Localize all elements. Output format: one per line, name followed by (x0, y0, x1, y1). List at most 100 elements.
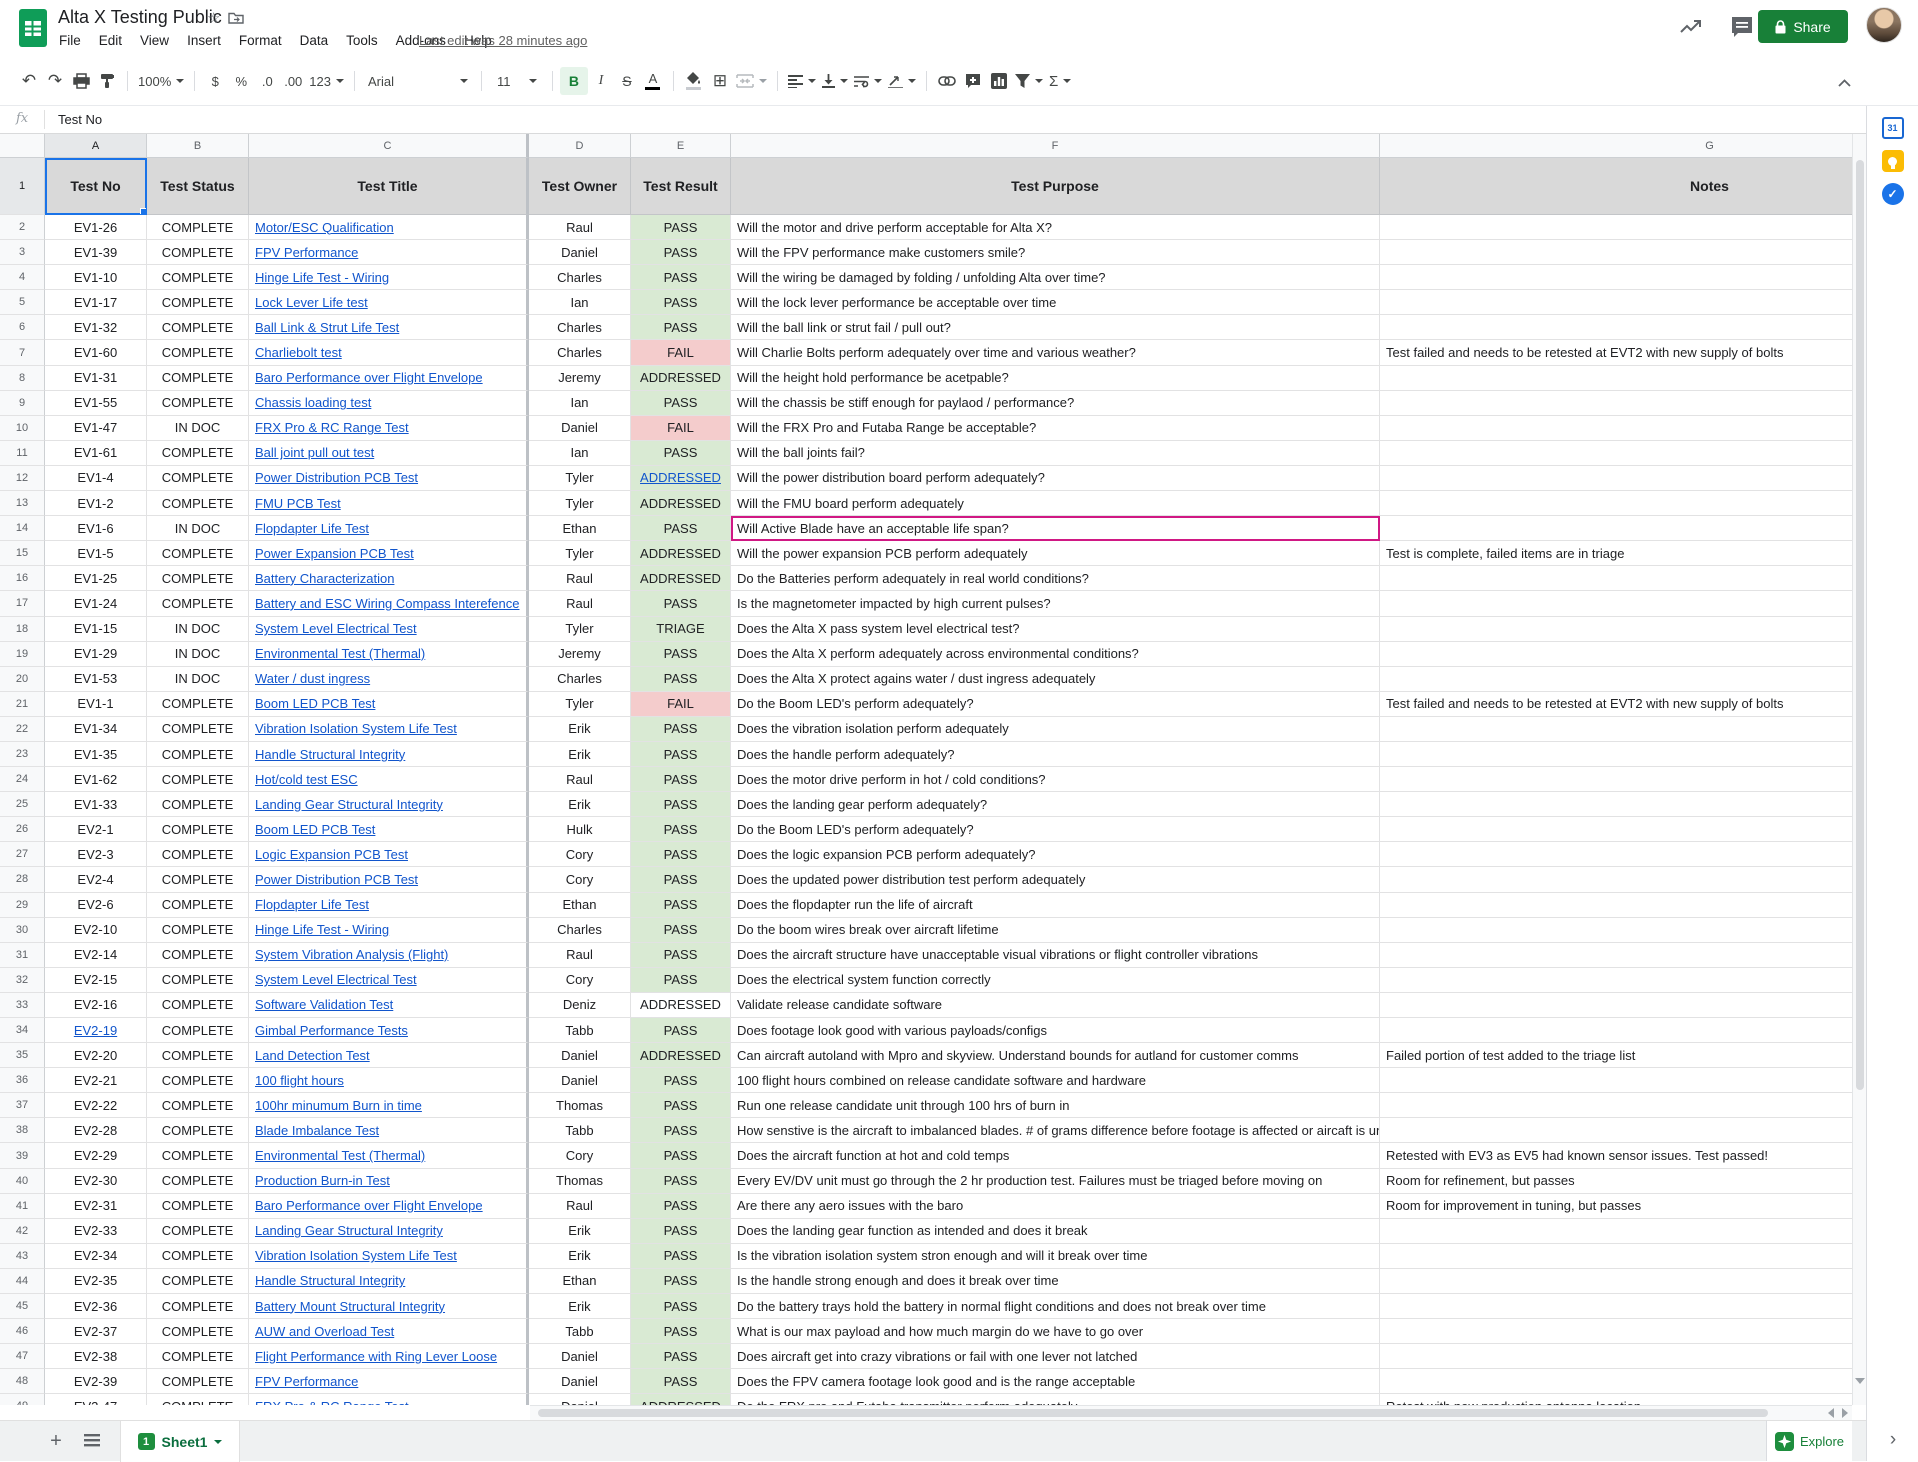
cell-test-title[interactable]: Hinge Life Test - Wiring (249, 265, 529, 290)
cell-test-purpose[interactable]: Will Active Blade have an acceptable lif… (731, 516, 1380, 541)
cell-test-owner[interactable]: Daniel (529, 1344, 631, 1369)
cell-notes[interactable] (1380, 867, 1852, 892)
cell-test-title[interactable]: Lock Lever Life test (249, 290, 529, 315)
header-cell-test-status[interactable]: Test Status (147, 158, 249, 215)
test-title-link[interactable]: Gimbal Performance Tests (255, 1023, 408, 1038)
panel-expand-icon[interactable]: › (1867, 1429, 1918, 1451)
cell-test-status[interactable]: COMPLETE (147, 315, 249, 340)
cell-test-purpose[interactable]: Will the ball link or strut fail / pull … (731, 315, 1380, 340)
test-title-link[interactable]: Logic Expansion PCB Test (255, 847, 408, 862)
cell-notes[interactable] (1380, 968, 1852, 993)
cell-test-status[interactable]: COMPLETE (147, 340, 249, 365)
test-title-link[interactable]: Handle Structural Integrity (255, 747, 405, 762)
row-number[interactable]: 13 (0, 491, 45, 516)
cell-test-result[interactable]: PASS (631, 717, 731, 742)
cell-test-title[interactable]: Ball joint pull out test (249, 441, 529, 466)
test-title-link[interactable]: Flopdapter Life Test (255, 521, 369, 536)
cell-notes[interactable]: Test is complete, failed items are in tr… (1380, 541, 1852, 566)
cell-notes[interactable]: Room for refinement, but passes (1380, 1169, 1852, 1194)
cell-notes[interactable]: Retested with EV3 as EV5 had known senso… (1380, 1143, 1852, 1168)
vertical-align-button[interactable] (819, 67, 851, 95)
test-title-link[interactable]: Environmental Test (Thermal) (255, 1148, 425, 1163)
cell-test-title[interactable]: Environmental Test (Thermal) (249, 642, 529, 667)
cell-test-owner[interactable]: Tyler (529, 692, 631, 717)
cell-test-no[interactable]: EV1-26 (45, 215, 147, 240)
cell-test-owner[interactable]: Jeremy (529, 366, 631, 391)
test-title-link[interactable]: 100 flight hours (255, 1073, 344, 1088)
cell-test-status[interactable]: COMPLETE (147, 1143, 249, 1168)
cell-test-owner[interactable]: Daniel (529, 1068, 631, 1093)
cell-test-status[interactable]: COMPLETE (147, 918, 249, 943)
cell-notes[interactable] (1380, 391, 1852, 416)
cell-test-no[interactable]: EV2-35 (45, 1269, 147, 1294)
cell-notes[interactable] (1380, 1244, 1852, 1269)
test-title-link[interactable]: Hinge Life Test - Wiring (255, 270, 389, 285)
cell-notes[interactable]: Test failed and needs to be retested at … (1380, 340, 1852, 365)
cell-notes[interactable] (1380, 1118, 1852, 1143)
cell-notes[interactable] (1380, 315, 1852, 340)
cell-notes[interactable] (1380, 1319, 1852, 1344)
cell-test-owner[interactable]: Tabb (529, 1018, 631, 1043)
cell-test-purpose[interactable]: Does the landing gear function as intend… (731, 1219, 1380, 1244)
cell-notes[interactable] (1380, 893, 1852, 918)
cell-test-no[interactable]: EV1-15 (45, 617, 147, 642)
row-number[interactable]: 39 (0, 1143, 45, 1168)
cell-test-owner[interactable]: Tabb (529, 1118, 631, 1143)
cell-notes[interactable] (1380, 918, 1852, 943)
cell-test-owner[interactable]: Erik (529, 1244, 631, 1269)
row-number[interactable]: 38 (0, 1118, 45, 1143)
header-cell-test-result[interactable]: Test Result (631, 158, 731, 215)
row-number[interactable]: 26 (0, 817, 45, 842)
cell-test-title[interactable]: Ball Link & Strut Life Test (249, 315, 529, 340)
row-number[interactable]: 32 (0, 968, 45, 993)
borders-button[interactable]: ⊞ (707, 67, 733, 95)
cell-test-purpose[interactable]: Is the magnetometer impacted by high cur… (731, 591, 1380, 616)
row-number[interactable]: 47 (0, 1344, 45, 1369)
cell-notes[interactable] (1380, 1369, 1852, 1394)
cell-test-purpose[interactable]: Do the Batteries perform adequately in r… (731, 566, 1380, 591)
cell-test-result[interactable]: PASS (631, 441, 731, 466)
menu-file[interactable]: File (50, 30, 90, 51)
cell-test-no[interactable]: EV1-61 (45, 441, 147, 466)
cell-test-purpose[interactable]: Does the Alta X protect agains water / d… (731, 667, 1380, 692)
cell-test-purpose[interactable]: Does the vibration isolation perform ade… (731, 717, 1380, 742)
test-title-link[interactable]: Blade Imbalance Test (255, 1123, 379, 1138)
cell-test-title[interactable]: Power Distribution PCB Test (249, 466, 529, 491)
cell-test-purpose[interactable]: Is the vibration isolation system stron … (731, 1244, 1380, 1269)
bold-button[interactable]: B (560, 67, 588, 95)
cell-test-status[interactable]: COMPLETE (147, 491, 249, 516)
cell-test-no[interactable]: EV1-60 (45, 340, 147, 365)
share-button[interactable]: Share (1758, 10, 1848, 43)
cell-test-purpose[interactable]: Will the motor and drive perform accepta… (731, 215, 1380, 240)
cell-notes[interactable] (1380, 617, 1852, 642)
cell-notes[interactable] (1380, 1269, 1852, 1294)
cell-test-title[interactable]: Logic Expansion PCB Test (249, 842, 529, 867)
cell-test-no[interactable]: EV2-1 (45, 817, 147, 842)
cell-test-owner[interactable]: Ian (529, 290, 631, 315)
text-rotation-button[interactable] (885, 67, 919, 95)
cell-test-status[interactable]: COMPLETE (147, 692, 249, 717)
cell-test-title[interactable]: Battery and ESC Wiring Compass Interefen… (249, 591, 529, 616)
sheet-tab-menu-icon[interactable] (214, 1440, 222, 1444)
functions-button[interactable]: Σ (1046, 67, 1074, 95)
cell-test-title[interactable]: Gimbal Performance Tests (249, 1018, 529, 1043)
cell-test-title[interactable]: FRX Pro & RC Range Test (249, 416, 529, 441)
cell-test-no[interactable]: EV1-5 (45, 541, 147, 566)
cell-test-result[interactable]: PASS (631, 968, 731, 993)
cell-test-result[interactable]: ADDRESSED (631, 1394, 731, 1405)
row-number[interactable]: 6 (0, 315, 45, 340)
cell-test-purpose[interactable]: Will the ball joints fail? (731, 441, 1380, 466)
cell-test-owner[interactable]: Erik (529, 792, 631, 817)
cell-test-purpose[interactable]: Does the Alta X pass system level electr… (731, 617, 1380, 642)
cell-test-purpose[interactable]: Will the lock lever performance be accep… (731, 290, 1380, 315)
cell-test-title[interactable]: Blade Imbalance Test (249, 1118, 529, 1143)
cell-test-no[interactable]: EV1-2 (45, 491, 147, 516)
test-title-link[interactable]: FRX Pro & RC Range Test (255, 420, 409, 435)
cell-test-no[interactable]: EV1-31 (45, 366, 147, 391)
calendar-icon[interactable]: 31 (1882, 117, 1904, 139)
cell-test-purpose[interactable]: Do the FRX pro and Futaba transmitter pe… (731, 1394, 1380, 1405)
cell-test-no[interactable]: EV2-31 (45, 1194, 147, 1219)
collapse-toolbar-icon[interactable] (1838, 74, 1851, 92)
cell-test-title[interactable]: Boom LED PCB Test (249, 692, 529, 717)
cell-test-owner[interactable]: Tabb (529, 1319, 631, 1344)
